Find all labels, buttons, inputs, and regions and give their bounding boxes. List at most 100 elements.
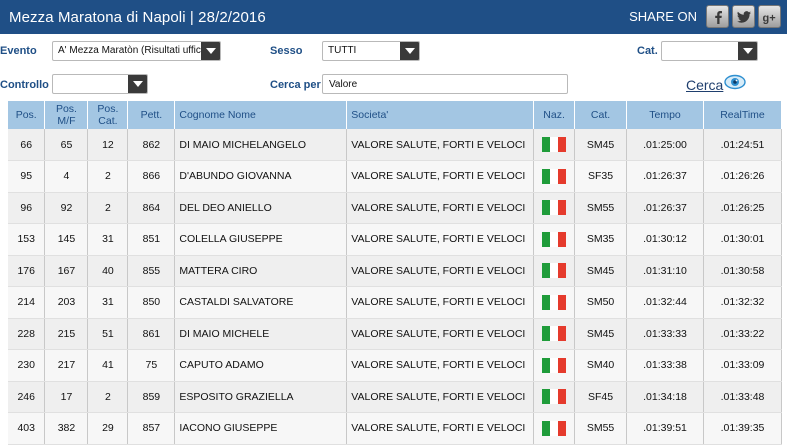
cell-societa: VALORE SALUTE, FORTI E VELOCI [346, 349, 535, 382]
col-cognome-nome[interactable]: Cognome Nome [174, 101, 348, 129]
cell-cat: SF45 [574, 381, 628, 413]
cell-cat: SM45 [574, 129, 628, 161]
cell-societa: VALORE SALUTE, FORTI E VELOCI [346, 286, 535, 319]
cell-realtime: .01:26:26 [703, 160, 783, 193]
cell-realtime: .01:32:32 [703, 286, 783, 319]
controllo-select[interactable] [52, 74, 148, 94]
cat-label: Cat. [637, 45, 658, 57]
cell-societa: VALORE SALUTE, FORTI E VELOCI [346, 412, 535, 445]
cell-cat: SM40 [574, 349, 628, 382]
cell-name: IACONO GIUSEPPE [174, 412, 348, 445]
evento-select[interactable]: A' Mezza Maratòn (Risultati ufficiosi) [52, 41, 221, 61]
col-societa[interactable]: Societa' [346, 101, 535, 129]
cell-tempo: .01:39:51 [626, 412, 704, 445]
cell-tempo: .01:33:33 [626, 318, 704, 350]
cell-cat: SM35 [574, 223, 628, 256]
cell-name: COLELLA GIUSEPPE [174, 223, 348, 256]
cell-pos-cat: 12 [87, 129, 129, 161]
cell-tempo: .01:30:12 [626, 223, 704, 256]
italy-flag-icon [542, 168, 567, 184]
italy-flag-icon [542, 263, 567, 279]
cell-pos: 96 [8, 192, 46, 224]
italy-flag-icon [542, 294, 567, 310]
table-row[interactable]: 228 215 51 861 DI MAIO MICHELE VALORE SALUTE,… [8, 318, 783, 350]
cell-realtime: .01:24:51 [703, 129, 783, 161]
col-pett[interactable]: Pett. [127, 101, 176, 129]
nationality-flag [533, 286, 576, 319]
cell-pos-cat: 51 [87, 318, 129, 350]
cell-pos-cat: 2 [87, 192, 129, 224]
cell-pett: 850 [127, 286, 176, 319]
cell-pos-mf: 4 [44, 160, 89, 193]
table-row[interactable]: 214 203 31 850 CASTALDI SALVATORE VALORE SALU… [8, 286, 783, 319]
cell-realtime: .01:33:48 [703, 381, 783, 413]
cell-name: DEL DEO ANIELLO [174, 192, 348, 224]
italy-flag-icon [542, 357, 567, 373]
italy-flag-icon [542, 420, 567, 436]
share-bar: SHARE ON g+ [629, 5, 781, 28]
col-cat[interactable]: Cat. [574, 101, 628, 129]
table-row[interactable]: 96 92 2 864 DEL DEO ANIELLO VALORE SALUTE, FO… [8, 192, 783, 224]
nationality-flag [533, 255, 576, 287]
col-realtime[interactable]: RealTime [703, 101, 783, 129]
svg-text:g+: g+ [762, 12, 775, 24]
google-plus-icon[interactable]: g+ [758, 5, 781, 28]
table-row[interactable]: 246 17 2 859 ESPOSITO GRAZIELLA VALORE SALUTE… [8, 381, 783, 413]
cell-pos: 153 [8, 223, 46, 256]
cell-name: DI MAIO MICHELANGELO [174, 129, 348, 161]
cell-societa: VALORE SALUTE, FORTI E VELOCI [346, 255, 535, 287]
eye-icon[interactable] [724, 74, 746, 90]
table-row[interactable]: 95 4 2 866 D'ABUNDO GIOVANNA VALORE SALUTE, F… [8, 160, 783, 193]
controllo-label: Controllo [0, 79, 49, 91]
cell-pos-mf: 382 [44, 412, 89, 445]
cell-societa: VALORE SALUTE, FORTI E VELOCI [346, 160, 535, 193]
table-row[interactable]: 230 217 41 75 CAPUTO ADAMO VALORE SALUTE, FOR… [8, 349, 783, 382]
cell-pos-cat: 2 [87, 160, 129, 193]
cell-cat: SM50 [574, 286, 628, 319]
col-pos-cat[interactable]: Pos. Cat. [87, 101, 129, 129]
evento-label: Evento [0, 45, 37, 57]
cell-tempo: .01:26:37 [626, 192, 704, 224]
cell-pos: 230 [8, 349, 46, 382]
table-row[interactable]: 153 145 31 851 COLELLA GIUSEPPE VALORE SALUTE… [8, 223, 783, 256]
nationality-flag [533, 223, 576, 256]
cell-pos-cat: 31 [87, 286, 129, 319]
table-row[interactable]: 176 167 40 855 MATTERA CIRO VALORE SALUTE, FO… [8, 255, 783, 287]
col-pos-mf[interactable]: Pos. M/F [44, 101, 89, 129]
cell-name: ESPOSITO GRAZIELLA [174, 381, 348, 413]
italy-flag-icon [542, 200, 567, 216]
table-row[interactable]: 403 382 29 857 IACONO GIUSEPPE VALORE SALUTE,… [8, 412, 783, 445]
cell-pett: 855 [127, 255, 176, 287]
col-naz[interactable]: Naz. [533, 101, 576, 129]
filter-panel: Evento A' Mezza Maratòn (Risultati uffic… [0, 34, 787, 100]
cell-cat: SM55 [574, 192, 628, 224]
cell-name: MATTERA CIRO [174, 255, 348, 287]
cell-pos-cat: 29 [87, 412, 129, 445]
cell-pos-mf: 215 [44, 318, 89, 350]
cell-realtime: .01:33:22 [703, 318, 783, 350]
cell-tempo: .01:26:37 [626, 160, 704, 193]
search-button[interactable]: Cerca [686, 77, 723, 93]
cell-name: DI MAIO MICHELE [174, 318, 348, 350]
cell-societa: VALORE SALUTE, FORTI E VELOCI [346, 192, 535, 224]
cell-pos-mf: 17 [44, 381, 89, 413]
cell-pos-cat: 2 [87, 381, 129, 413]
twitter-icon[interactable] [732, 5, 755, 28]
search-input[interactable] [322, 74, 568, 94]
facebook-icon[interactable] [706, 5, 729, 28]
nationality-flag [533, 381, 576, 413]
sesso-select[interactable]: TUTTI [322, 41, 420, 61]
cat-select[interactable] [661, 41, 758, 61]
nationality-flag [533, 318, 576, 350]
col-tempo[interactable]: Tempo [626, 101, 704, 129]
chevron-down-icon [201, 42, 220, 60]
nationality-flag [533, 192, 576, 224]
results-table: Pos. Pos. M/F Pos. Cat. Pett. Cognome No… [8, 101, 783, 445]
sesso-select-value: TUTTI [328, 45, 357, 56]
col-pos[interactable]: Pos. [8, 101, 46, 129]
cell-pett: 859 [127, 381, 176, 413]
cell-pos: 176 [8, 255, 46, 287]
chevron-down-icon [400, 42, 419, 60]
table-row[interactable]: 66 65 12 862 DI MAIO MICHELANGELO VALORE SALU… [8, 129, 783, 161]
cell-realtime: .01:33:09 [703, 349, 783, 382]
